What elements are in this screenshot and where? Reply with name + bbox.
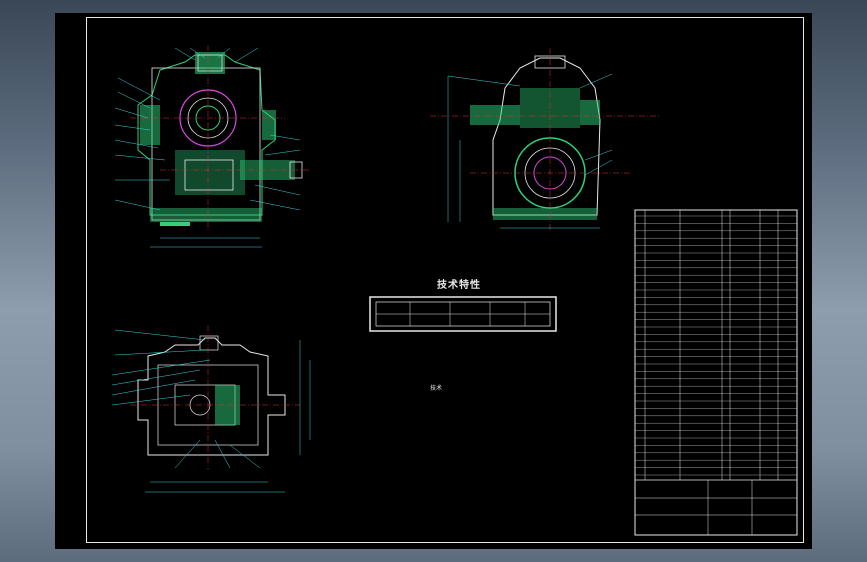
parts-list [634,209,798,536]
tech-spec-title: 技术特性 [437,280,481,291]
requirements-title: 技术 [430,385,443,392]
cad-drawing-canvas [111,45,798,536]
parts-list-rows [635,215,797,476]
side-view [430,48,660,232]
front-view [114,45,310,248]
top-view [111,325,311,493]
tech-spec-table [369,296,557,332]
